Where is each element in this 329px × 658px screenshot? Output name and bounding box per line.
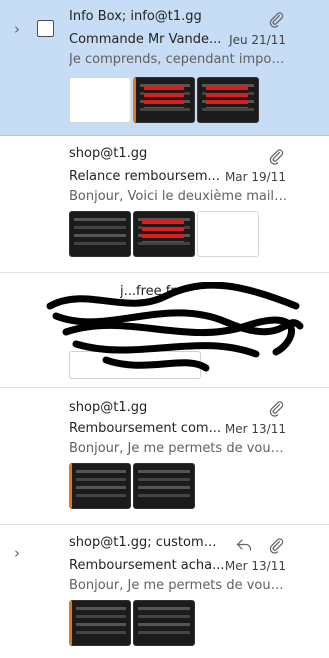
attachment-thumbnail[interactable]	[133, 463, 195, 509]
message-subject: Remboursement acha...	[69, 558, 225, 573]
attachment-thumbnail[interactable]	[69, 463, 131, 509]
attachment-previews	[69, 77, 259, 123]
message-sender: shop@t1.gg	[69, 146, 148, 161]
attachment-thumbnail[interactable]	[197, 211, 259, 257]
paperclip-icon	[267, 536, 285, 554]
message-sender: shop@t1.gg	[69, 400, 148, 415]
attachment-previews	[69, 600, 195, 646]
message-preview: Bonjour, Je me permets de vous ...	[69, 441, 289, 456]
message-date: Mer 13/11	[224, 559, 286, 573]
chevron-right-icon[interactable]: ›	[10, 546, 24, 561]
select-checkbox[interactable]	[37, 20, 54, 37]
message-date: Mar 19/11	[224, 170, 286, 184]
attachment-thumbnail[interactable]	[69, 211, 131, 257]
message-subject: Remboursement com...	[69, 421, 221, 436]
redaction-scribble	[46, 282, 304, 372]
attachment-previews	[69, 463, 195, 509]
attachment-thumbnail[interactable]	[69, 600, 131, 646]
message-date: Jeu 21/11	[229, 33, 286, 47]
reply-arrow-icon	[235, 536, 253, 554]
paperclip-icon	[267, 147, 285, 165]
paperclip-icon	[267, 399, 285, 417]
attachment-thumbnail[interactable]	[133, 77, 195, 123]
message-preview: Je comprends, cependant imposs...	[69, 52, 289, 67]
message-date: Mer 13/11	[224, 422, 286, 436]
chevron-right-icon[interactable]: ›	[10, 22, 24, 37]
message-item[interactable]: shop@t1.gg Relance remboursem... Mar 19/…	[0, 137, 329, 273]
message-preview: Bonjour, Je me permets de vous ...	[69, 578, 289, 593]
message-sender: shop@t1.gg; customer...	[69, 535, 224, 550]
attachment-thumbnail[interactable]	[133, 600, 195, 646]
attachment-thumbnail[interactable]	[133, 211, 195, 257]
message-item[interactable]: › shop@t1.gg; customer... Remboursement …	[0, 526, 329, 658]
message-sender: Info Box; info@t1.gg	[69, 9, 202, 24]
attachment-previews	[69, 211, 259, 257]
attachment-thumbnail[interactable]	[69, 77, 131, 123]
message-item[interactable]: j...free.fr	[0, 274, 329, 388]
attachment-thumbnail[interactable]	[197, 77, 259, 123]
message-subject: Relance remboursem...	[69, 169, 220, 184]
message-item[interactable]: › Info Box; info@t1.gg Commande Mr Vande…	[0, 0, 329, 136]
message-preview: Bonjour, Voici le deuxième mail q...	[69, 189, 289, 204]
message-item[interactable]: shop@t1.gg Remboursement com... Mer 13/1…	[0, 389, 329, 525]
paperclip-icon	[267, 10, 285, 28]
message-subject: Commande Mr Vande...	[69, 32, 222, 47]
